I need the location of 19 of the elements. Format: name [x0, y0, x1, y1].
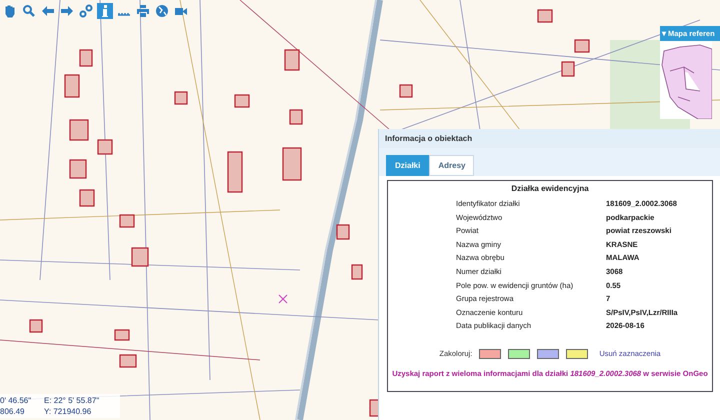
caret-icon[interactable]: ▾ — [662, 29, 666, 38]
card-heading: Działka ewidencyjna — [510, 184, 590, 193]
panel-title: Informacja o obiektach — [379, 129, 720, 148]
zoom-icon[interactable] — [21, 3, 37, 19]
tab[interactable]: Adresy — [429, 155, 474, 176]
color-swatch[interactable] — [479, 348, 502, 359]
coordinate-text: E: 22° 5' 55.87" — [44, 395, 100, 406]
info-icon[interactable] — [97, 3, 113, 19]
coordinate-text: Y: 721940.96 — [44, 406, 92, 417]
tab[interactable]: Działki — [386, 155, 430, 176]
coordinate-text: 0' 46.56" — [0, 395, 32, 406]
print-icon[interactable] — [135, 3, 151, 19]
color-swatch[interactable] — [537, 348, 560, 359]
color-swatch[interactable] — [566, 348, 588, 359]
link-icon[interactable] — [78, 3, 94, 19]
poland-map-drawing[interactable] — [660, 41, 712, 119]
coordinate-text: 806.49 — [0, 406, 26, 417]
color-swatch[interactable] — [508, 348, 530, 359]
forward-arrow-icon[interactable] — [59, 3, 75, 19]
